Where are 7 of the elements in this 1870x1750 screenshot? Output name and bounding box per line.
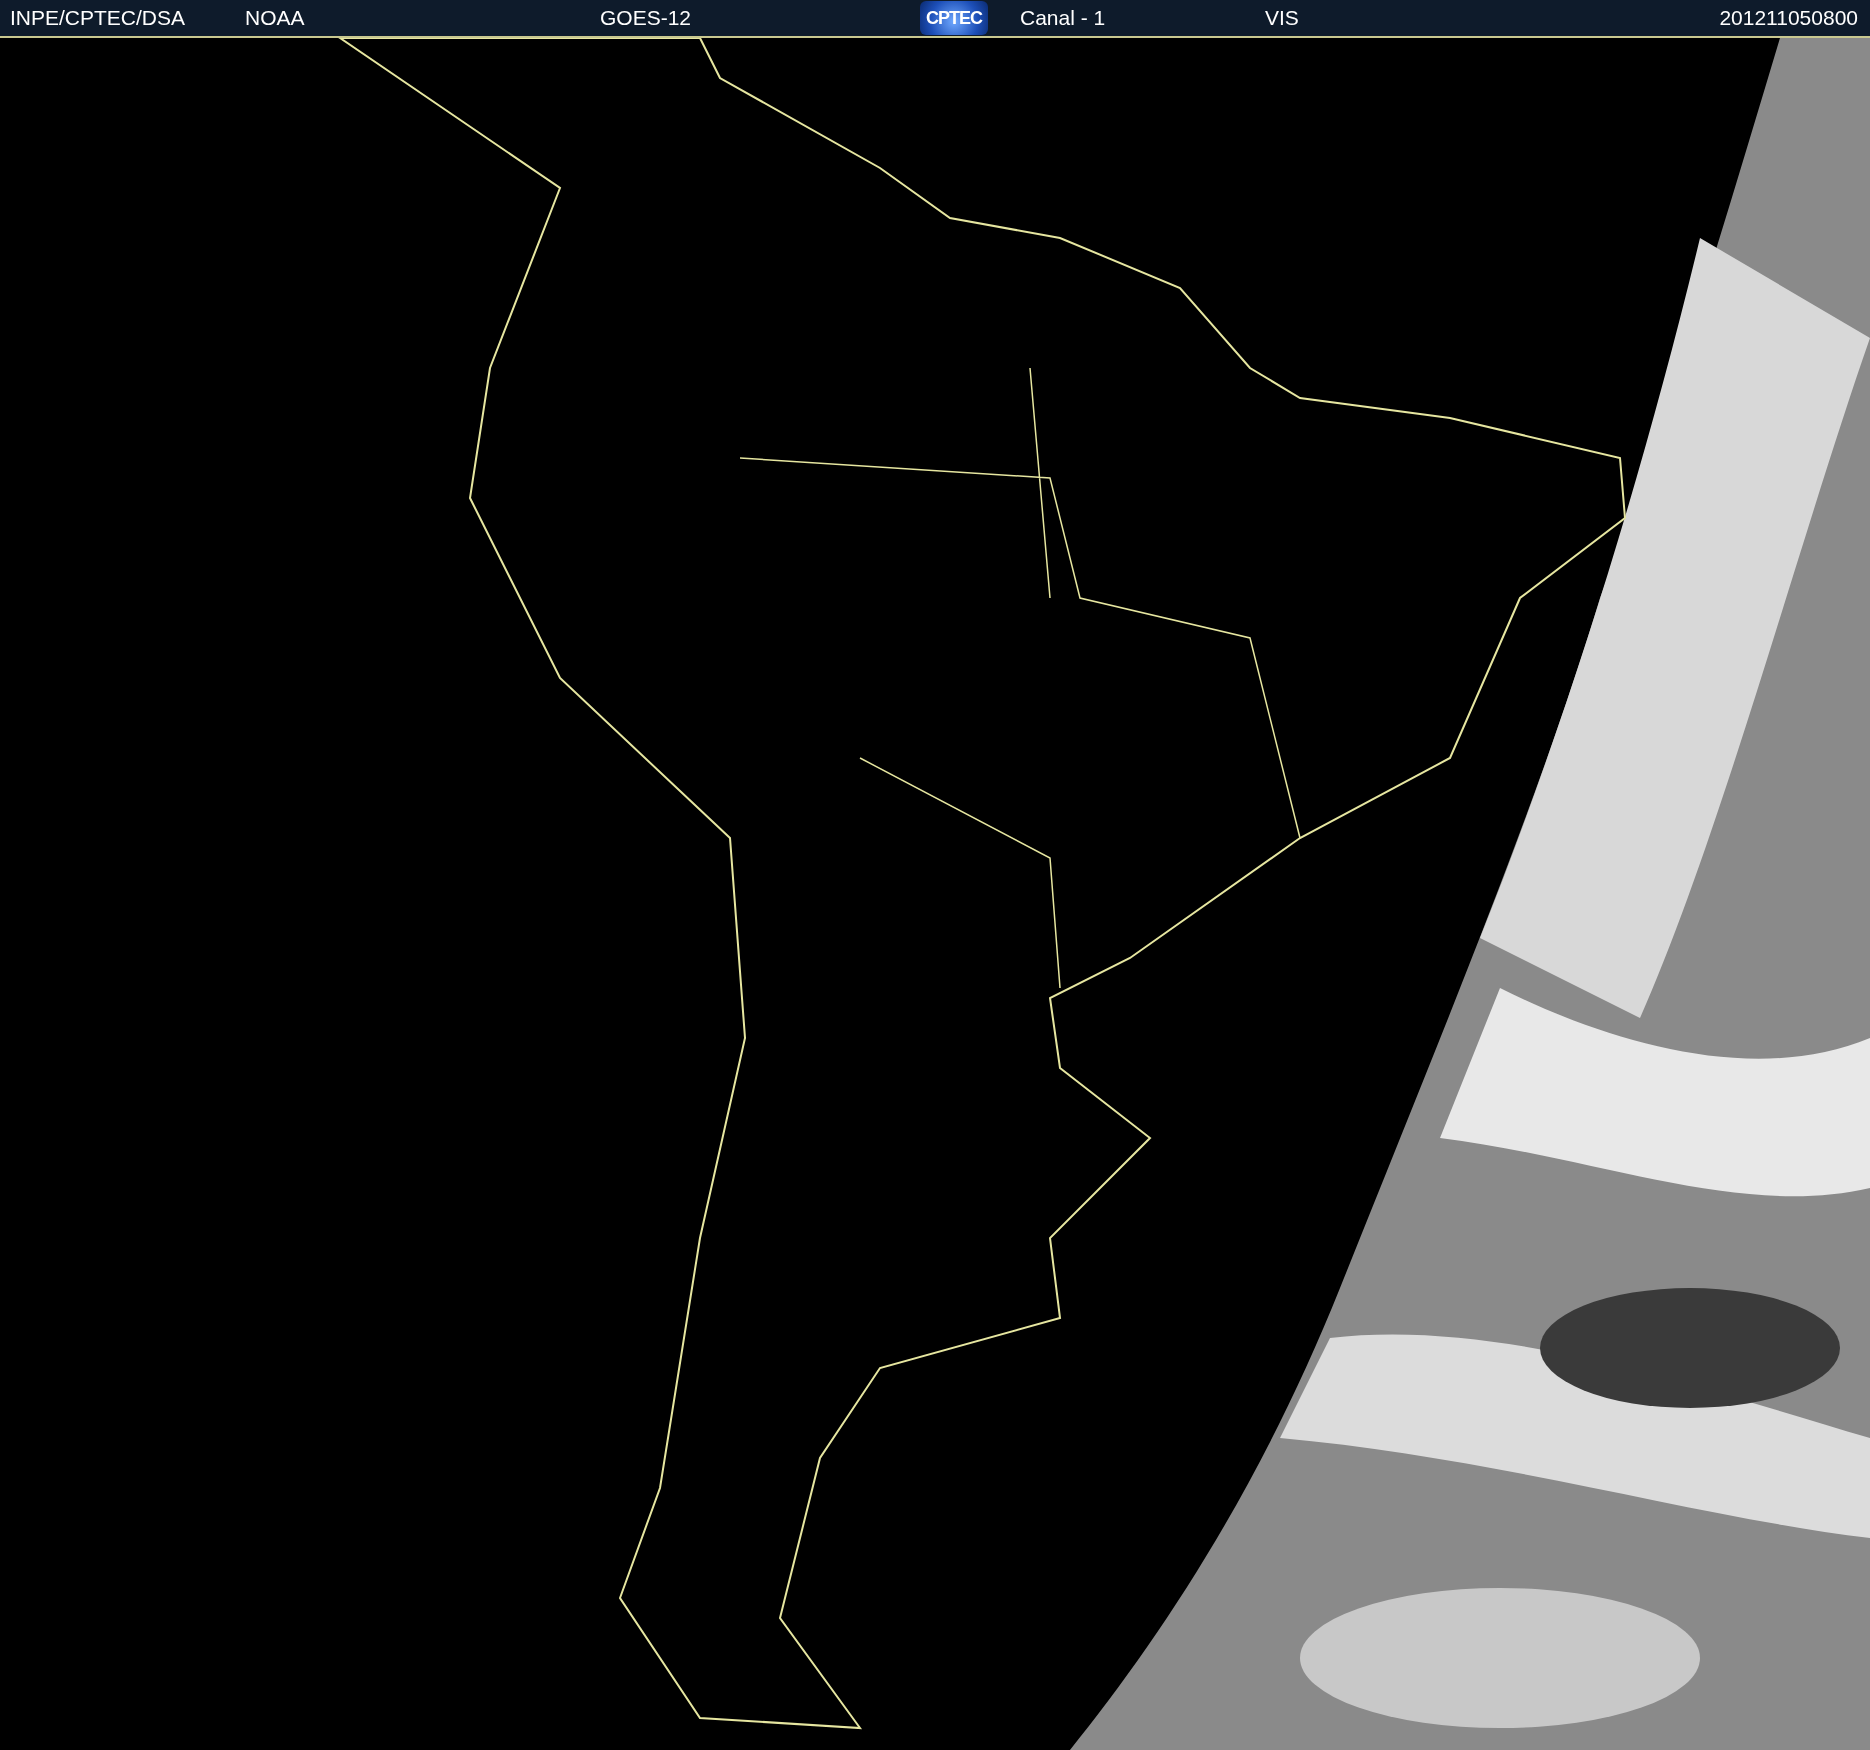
- logo: CPTEC: [920, 1, 988, 35]
- header-label: VIS: [1265, 6, 1299, 30]
- header-label: 201211050800: [1719, 6, 1858, 30]
- header-label: GOES-12: [600, 6, 692, 30]
- header-label: INPE/CPTEC/DSA: [10, 6, 186, 30]
- header-label: NOAA: [245, 6, 305, 30]
- header-label: Canal - 1: [1020, 6, 1106, 30]
